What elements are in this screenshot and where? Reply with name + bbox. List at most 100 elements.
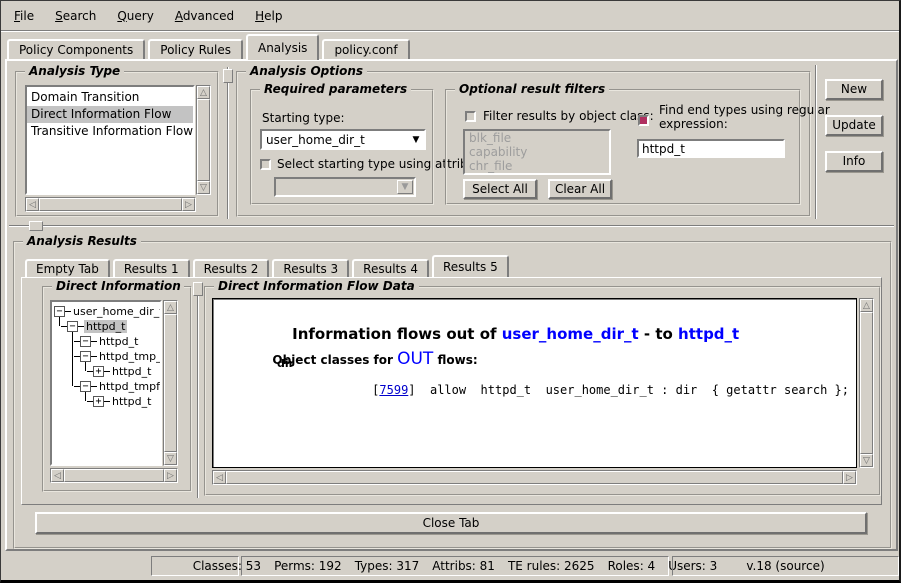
menu-query[interactable]: Query <box>114 7 156 25</box>
flow-data-vscrollbar[interactable]: △ ▽ <box>859 298 874 468</box>
scroll-right-icon[interactable]: ▷ <box>843 471 856 484</box>
list-item[interactable]: Transitive Information Flow <box>27 123 193 140</box>
scroll-right-icon[interactable]: ▷ <box>182 198 195 211</box>
tree-node-label[interactable]: httpd_t <box>110 395 153 408</box>
tree-collapse-icon[interactable]: − <box>67 321 78 332</box>
tree-node-label[interactable]: httpd_tmp_t <box>97 350 160 363</box>
menu-search[interactable]: Search <box>52 7 99 25</box>
rule-number-link[interactable]: 7599 <box>379 383 408 397</box>
tree-row[interactable]: + httpd_t <box>52 394 160 409</box>
tree-node-label[interactable]: httpd_t <box>110 365 153 378</box>
scroll-up-icon[interactable]: △ <box>860 299 873 312</box>
clear-all-button[interactable]: Clear All <box>548 179 612 199</box>
flow-tree[interactable]: − user_home_dir_t − httpd_t − httpd_t <box>50 300 162 466</box>
tree-line <box>85 362 86 371</box>
tree-row[interactable]: − httpd_t <box>52 334 160 349</box>
starting-type-combobox[interactable]: user_home_dir_t ▼ <box>260 129 426 150</box>
attrib-checkbox[interactable] <box>260 159 271 170</box>
tree-expand-icon[interactable]: + <box>93 366 104 377</box>
scrollbar-thumb[interactable] <box>64 469 164 482</box>
analysis-type-listbox[interactable]: Domain Transition Direct Information Flo… <box>25 85 195 195</box>
scroll-down-icon[interactable]: ▽ <box>197 181 210 194</box>
tree-data-splitter-handle[interactable] <box>193 282 203 296</box>
tab-results-4[interactable]: Results 4 <box>352 259 429 277</box>
chevron-down-icon[interactable]: ▼ <box>408 135 424 145</box>
tree-node-label[interactable]: user_home_dir_t <box>71 305 160 318</box>
splitter-handle[interactable] <box>223 69 233 83</box>
scrollbar-thumb[interactable] <box>226 471 843 484</box>
stat-roles: Roles: 4 <box>608 559 656 573</box>
tree-collapse-icon[interactable]: − <box>54 306 65 317</box>
tree-collapse-icon[interactable]: − <box>80 351 91 362</box>
regex-checkbox[interactable] <box>638 115 649 126</box>
list-item-selected[interactable]: Direct Information Flow <box>27 106 193 123</box>
object-class-checkbox-label: Filter results by object class: <box>483 109 654 123</box>
scroll-left-icon[interactable]: ◁ <box>51 469 64 482</box>
tab-results-2[interactable]: Results 2 <box>193 259 270 277</box>
tab-results-5[interactable]: Results 5 <box>432 255 509 277</box>
scroll-right-icon[interactable]: ▷ <box>164 469 177 482</box>
scrollbar-thumb[interactable] <box>164 314 177 452</box>
tab-results-3[interactable]: Results 3 <box>272 259 349 277</box>
scroll-down-icon[interactable]: ▽ <box>164 452 177 465</box>
tree-node-label[interactable]: httpd_tmpfs_t <box>97 380 160 393</box>
status-stats-panel: Classes: 53 Perms: 192 Types: 317 Attrib… <box>241 556 669 576</box>
chevron-down-icon: ▼ <box>397 180 413 194</box>
flow-tree-vscrollbar[interactable]: △ ▽ <box>163 300 178 466</box>
analysis-type-hscrollbar[interactable]: ◁ ▷ <box>25 197 196 212</box>
tree-collapse-icon[interactable]: − <box>80 381 91 392</box>
tree-node-label-selected[interactable]: httpd_t <box>84 320 127 333</box>
policy-version: v.18 (source) <box>746 559 824 573</box>
results-splitter-handle[interactable] <box>29 221 43 231</box>
status-version-panel: v.18 (source) <box>672 556 899 576</box>
flow-tree-group: Direct Information Flow T − user_home_di… <box>42 286 192 492</box>
tree-row[interactable]: + httpd_t <box>52 364 160 379</box>
scrollbar-thumb[interactable] <box>39 198 182 211</box>
info-button[interactable]: Info <box>825 151 883 172</box>
starting-type-value: user_home_dir_t <box>262 133 408 147</box>
analysis-type-vscrollbar[interactable]: △ ▽ <box>196 85 211 195</box>
scroll-up-icon[interactable]: △ <box>164 301 177 314</box>
tree-row[interactable]: − httpd_t <box>52 319 160 334</box>
regex-input[interactable] <box>637 139 785 158</box>
results-tabbar: Empty Tab Results 1 Results 2 Results 3 … <box>25 255 512 277</box>
object-class-checkbox[interactable] <box>465 111 476 122</box>
tree-node-label[interactable]: httpd_t <box>97 335 140 348</box>
tree-row[interactable]: − httpd_tmp_t <box>52 349 160 364</box>
tree-collapse-icon[interactable]: − <box>80 336 91 347</box>
scroll-down-icon[interactable]: ▽ <box>860 454 873 467</box>
menu-advanced[interactable]: Advanced <box>172 7 237 25</box>
scroll-left-icon[interactable]: ◁ <box>213 471 226 484</box>
tab-results-1[interactable]: Results 1 <box>113 259 190 277</box>
flow-tree-hscrollbar[interactable]: ◁ ▷ <box>50 468 178 483</box>
attrib-checkbox-label: Select starting type using attrib: <box>277 157 472 171</box>
analysis-tab-panel: Analysis Type Domain Transition Direct I… <box>5 59 898 551</box>
scrollbar-thumb[interactable] <box>860 312 873 454</box>
tab-policy-components[interactable]: Policy Components <box>7 39 145 60</box>
tab-empty[interactable]: Empty Tab <box>25 259 110 277</box>
menubar: File Search Query Advanced Help <box>1 1 899 31</box>
object-class-listbox: blk_file capability chr_file <box>463 129 611 175</box>
update-button[interactable]: Update <box>825 115 883 136</box>
close-tab-button[interactable]: Close Tab <box>35 512 867 534</box>
stat-te-rules: TE rules: 2625 <box>508 559 595 573</box>
tab-policy-rules[interactable]: Policy Rules <box>148 39 243 60</box>
stat-attribs: Attribs: 81 <box>432 559 495 573</box>
flow-data-hscrollbar[interactable]: ◁ ▷ <box>212 470 857 485</box>
tree-row[interactable]: − httpd_tmpfs_t <box>52 379 160 394</box>
starting-type-label: Starting type: <box>262 111 345 125</box>
tab-policy-conf[interactable]: policy.conf <box>322 39 409 60</box>
tree-expand-icon[interactable]: + <box>93 396 104 407</box>
list-item[interactable]: Domain Transition <box>27 89 193 106</box>
scrollbar-thumb[interactable] <box>197 99 210 181</box>
classes-suffix: flows: <box>433 353 477 367</box>
flow-data-text[interactable]: Information flows out of user_home_dir_t… <box>212 298 857 468</box>
menu-file[interactable]: File <box>11 7 37 25</box>
menu-help[interactable]: Help <box>252 7 285 25</box>
scroll-left-icon[interactable]: ◁ <box>26 198 39 211</box>
tab-analysis[interactable]: Analysis <box>246 34 319 60</box>
select-all-button[interactable]: Select All <box>463 179 537 199</box>
tree-row[interactable]: − user_home_dir_t <box>52 304 160 319</box>
new-button[interactable]: New <box>825 79 883 100</box>
scroll-up-icon[interactable]: △ <box>197 86 210 99</box>
